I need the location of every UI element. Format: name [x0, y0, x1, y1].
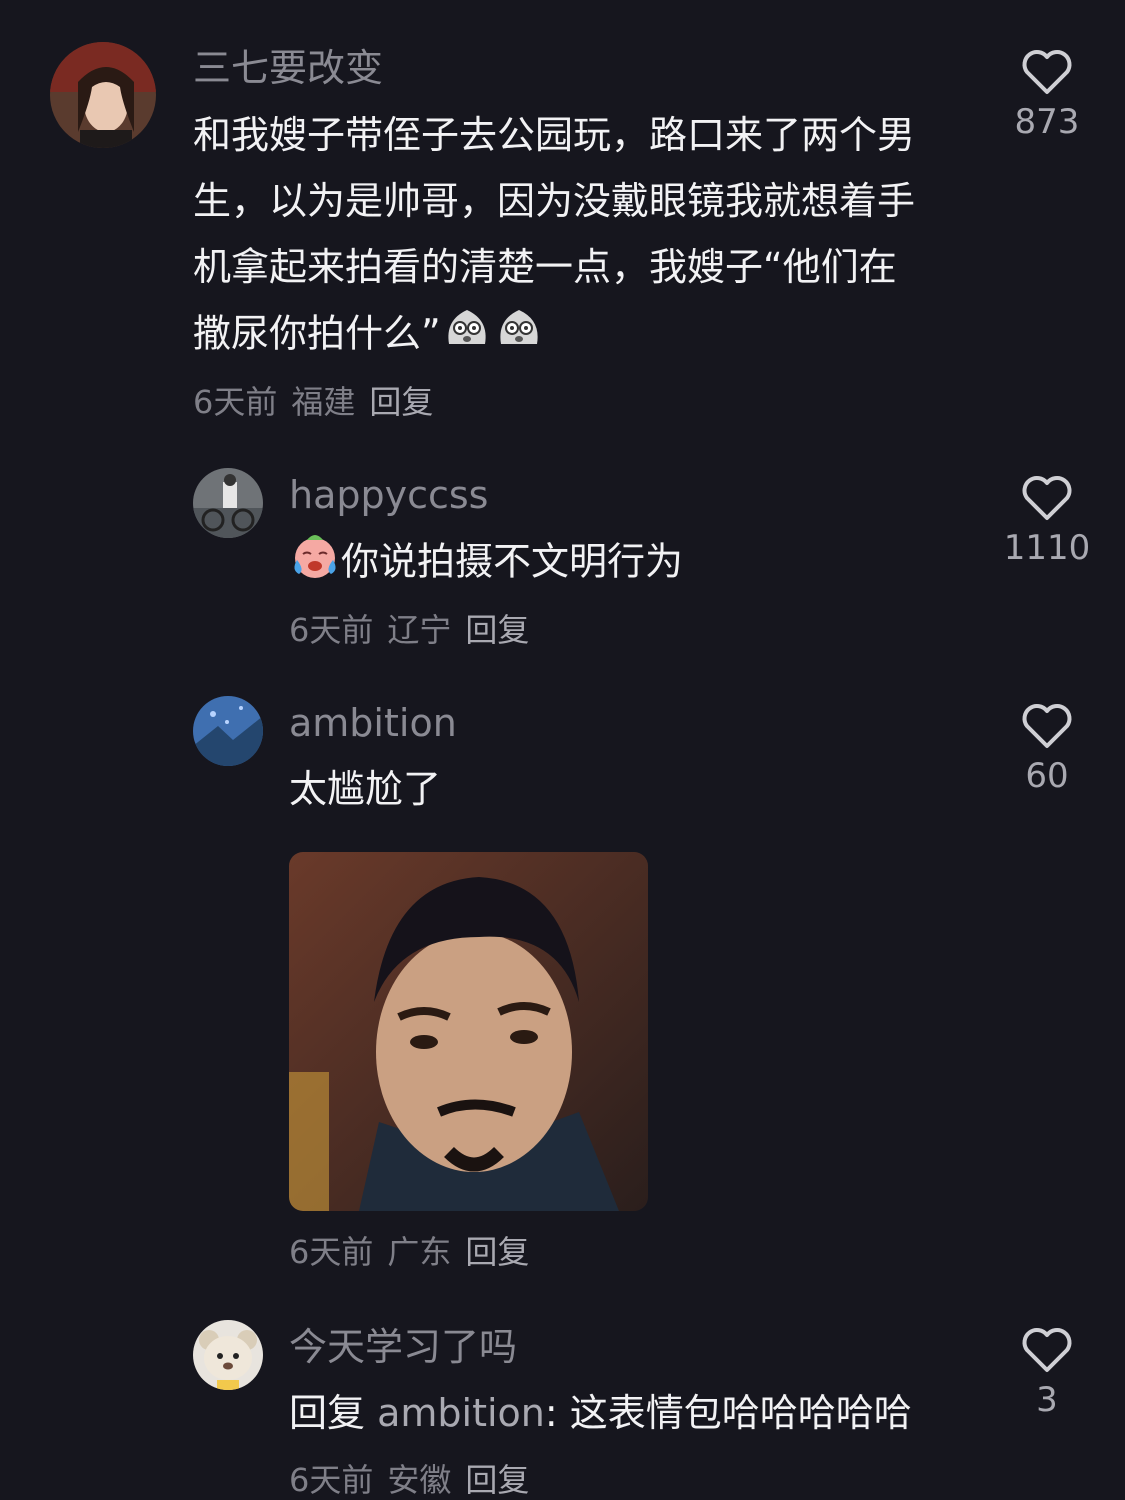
reply-button[interactable]: 回复 — [465, 611, 529, 649]
like-count: 3 — [1036, 1380, 1058, 1420]
location: 辽宁 — [387, 611, 452, 649]
timestamp: 6天前 — [289, 611, 374, 649]
username[interactable]: 三七要改变 — [193, 45, 383, 91]
like-count: 873 — [1014, 102, 1080, 142]
heart-outline-icon — [1022, 476, 1072, 520]
like-count: 60 — [1025, 756, 1069, 796]
like-count: 1110 — [1003, 528, 1091, 568]
location: 福建 — [291, 383, 356, 421]
comment-text-body: : 这表情包哈哈哈哈哈 — [544, 1391, 912, 1435]
comment-text: 回复 ambition: 这表情包哈哈哈哈哈 — [289, 1380, 989, 1446]
shocked-face-emoji-icon — [441, 300, 493, 372]
reply-button[interactable]: 回复 — [465, 1233, 529, 1271]
avatar-jintian[interactable] — [193, 1320, 263, 1390]
location: 安徽 — [387, 1461, 452, 1499]
timestamp: 6天前 — [289, 1233, 374, 1271]
username[interactable]: happyccss — [289, 472, 488, 518]
like-button[interactable]: 60 — [997, 702, 1097, 796]
reply-button[interactable]: 回复 — [369, 383, 433, 421]
timestamp: 6天前 — [193, 383, 278, 421]
sticker-image[interactable] — [289, 852, 648, 1211]
like-button[interactable]: 873 — [997, 48, 1097, 142]
comment-text: 你说拍摄不文明行为 — [289, 528, 969, 600]
comment-meta: 6天前 辽宁 回复 — [289, 610, 543, 650]
crying-face-emoji-icon — [289, 528, 341, 600]
comment-meta: 6天前 广东 回复 — [289, 1232, 543, 1272]
avatar-sanqi[interactable] — [50, 42, 156, 148]
username[interactable]: ambition — [289, 700, 457, 746]
like-button[interactable]: 1110 — [997, 474, 1097, 568]
mention-link[interactable]: ambition — [377, 1391, 545, 1435]
like-button[interactable]: 3 — [997, 1326, 1097, 1420]
heart-outline-icon — [1022, 704, 1072, 748]
shocked-face-emoji-icon — [493, 300, 545, 372]
comment-text: 和我嫂子带侄子去公园玩，路口来了两个男生，以为是帅哥，因为没戴眼镜我就想着手机拿… — [193, 102, 933, 372]
comment-text: 太尴尬了 — [289, 767, 442, 811]
location: 广东 — [387, 1233, 452, 1271]
comment-meta: 6天前 安徽 回复 — [289, 1460, 543, 1500]
comment-text-body: 和我嫂子带侄子去公园玩，路口来了两个男生，以为是帅哥，因为没戴眼镜我就想着手机拿… — [193, 113, 916, 356]
avatar-happyccss[interactable] — [193, 468, 263, 538]
reply-button[interactable]: 回复 — [465, 1461, 529, 1499]
reply-prefix: 回复 — [289, 1391, 366, 1435]
avatar-ambition[interactable] — [193, 696, 263, 766]
timestamp: 6天前 — [289, 1461, 374, 1499]
heart-outline-icon — [1022, 1328, 1072, 1372]
comment-meta: 6天前 福建 回复 — [193, 382, 447, 422]
comment-text-body: 你说拍摄不文明行为 — [341, 539, 684, 584]
username[interactable]: 今天学习了吗 — [289, 1324, 517, 1370]
heart-outline-icon — [1022, 50, 1072, 94]
